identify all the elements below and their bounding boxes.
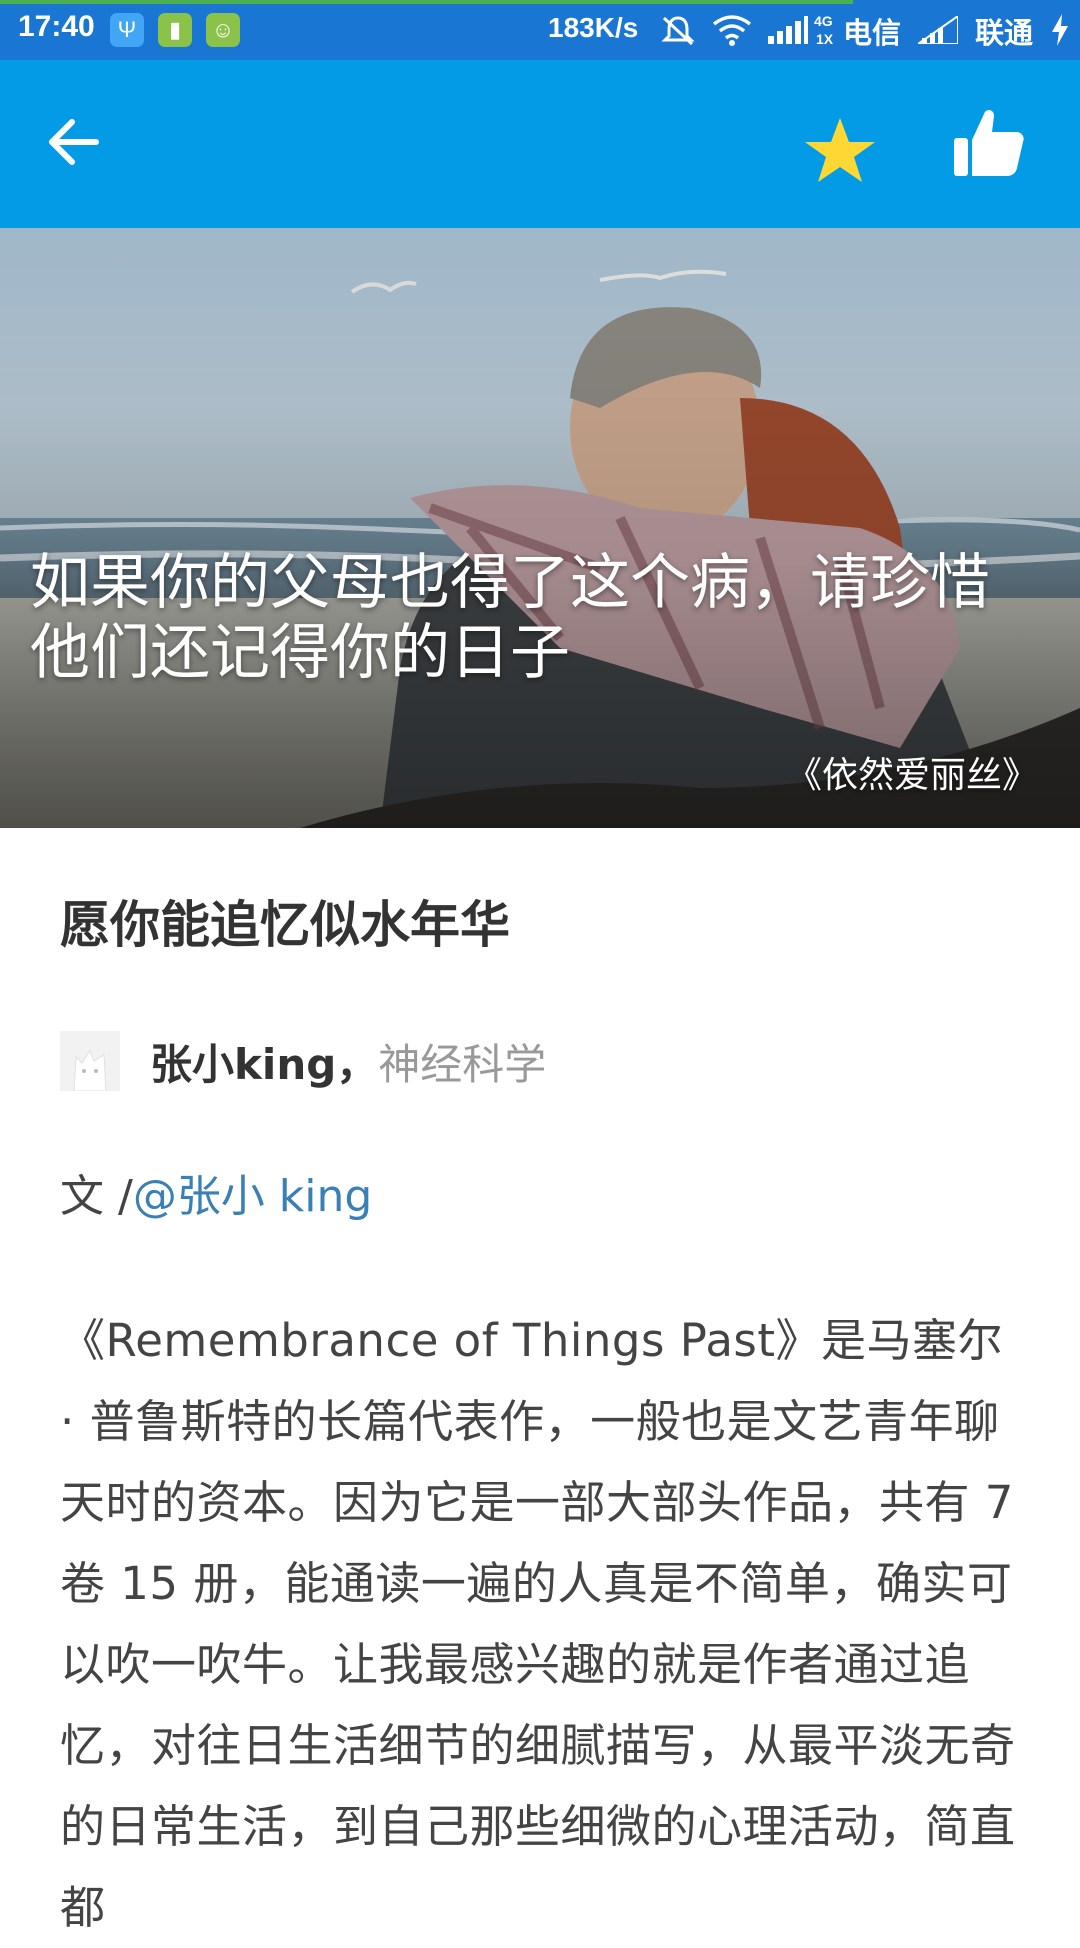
star-icon (805, 118, 875, 182)
hero-banner[interactable]: 如果你的父母也得了这个病，请珍惜他们还记得你的日子 《依然爱丽丝》 (0, 228, 1080, 828)
signal-icon-2 (918, 16, 958, 44)
article-body: 《Remembrance of Things Past》是马塞尔 · 普鲁斯特的… (60, 1314, 1016, 1934)
favorite-button[interactable] (800, 110, 880, 190)
status-time: 17:40 (18, 10, 95, 43)
byline: 文 /@张小 king (60, 1160, 372, 1224)
page-load-progress (0, 0, 853, 4)
carrier-1: 电信 (843, 18, 902, 50)
hero-title: 如果你的父母也得了这个病，请珍惜他们还记得你的日子 (30, 548, 990, 688)
byline-prefix: 文 / (60, 1171, 133, 1222)
hero-source: 《依然爱丽丝》 (785, 755, 1038, 796)
charging-icon (1052, 14, 1068, 46)
like-button[interactable] (948, 104, 1028, 184)
network-type-bottom: 1X (816, 31, 834, 47)
author-field: 神经科学 (378, 1039, 547, 1089)
author-row[interactable]: 张小king， 神经科学 (60, 1030, 546, 1092)
author-name[interactable]: 张小king， (150, 1031, 378, 1092)
wifi-icon (712, 15, 752, 46)
network-type-top: 4G (814, 13, 833, 29)
signal-icon-1 (768, 16, 808, 44)
android-debug-icon: ☺ (206, 13, 240, 47)
arrow-left-icon (49, 119, 99, 165)
status-bar: 17:40 Ψ ▮ ☺ 183K/s 4G 1X 电信 联通 (0, 0, 1080, 60)
battery-saver-icon: ▮ (158, 13, 192, 47)
mute-bell-icon (661, 16, 695, 46)
avatar[interactable] (60, 1031, 120, 1092)
article-title: 愿你能追忆似水年华 (60, 896, 510, 954)
usb-icon: Ψ (110, 13, 144, 47)
back-button[interactable] (44, 112, 124, 176)
carrier-2: 联通 (975, 18, 1034, 50)
cat-avatar-icon (60, 1031, 120, 1092)
author-handle-link[interactable]: @张小 king (133, 1171, 373, 1222)
network-speed: 183K/s (548, 12, 639, 43)
thumbs-up-icon (954, 110, 1024, 176)
app-bar (0, 60, 1080, 228)
hero-photo (0, 228, 1080, 828)
